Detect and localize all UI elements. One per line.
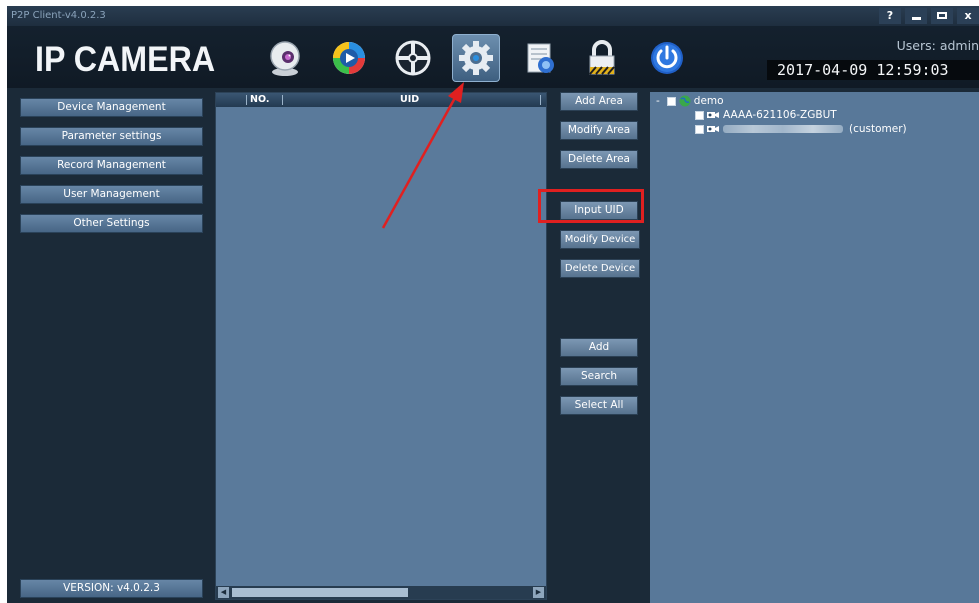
delete-area-button[interactable]: Delete Area (560, 150, 638, 169)
tree-device-item[interactable]: (customer) (695, 123, 907, 135)
app-logo: IP CAMERA (35, 40, 216, 79)
help-button[interactable]: ? (879, 8, 901, 24)
power-icon (651, 42, 683, 74)
minimize-icon (911, 16, 921, 20)
log-icon (527, 43, 554, 73)
network-globe-icon (679, 95, 691, 107)
device-table[interactable]: NO. UID ◀ ▶ (215, 92, 547, 600)
tree-root-label: demo (693, 95, 724, 107)
header: IP CAMERA Users: admin 2017-04-09 12:59:… (7, 26, 979, 88)
help-icon: ? (886, 9, 894, 22)
search-button[interactable]: Search (560, 367, 638, 386)
modify-device-button[interactable]: Modify Device (560, 230, 640, 249)
log-tool-button[interactable] (516, 34, 564, 82)
column-separator (282, 95, 283, 105)
tree-device-item[interactable]: AAAA-621106-ZGBUT (695, 109, 837, 121)
add-button[interactable]: Add (560, 338, 638, 357)
maximize-button[interactable] (931, 8, 953, 24)
device-camera-icon (707, 126, 719, 132)
device-camera-icon (707, 112, 719, 118)
ptz-icon (395, 40, 431, 76)
camera-icon (270, 41, 300, 76)
add-area-button[interactable]: Add Area (560, 92, 638, 111)
device-uid-label: AAAA-621106-ZGBUT (723, 109, 837, 121)
scroll-right-arrow-icon[interactable]: ▶ (533, 587, 544, 598)
column-separator (246, 95, 247, 105)
device-tree[interactable]: - demo AAAA-621106-ZGBUT (customer) (650, 92, 979, 603)
title-bar: P2P Client-v4.0.2.3 ? x (7, 6, 979, 26)
device-checkbox[interactable] (695, 110, 704, 120)
maximize-icon (937, 11, 947, 19)
close-icon: x (964, 9, 972, 22)
settings-tool-button[interactable] (452, 34, 500, 82)
window-title: P2P Client-v4.0.2.3 (11, 10, 106, 21)
minimize-button[interactable] (905, 8, 927, 24)
device-suffix-label: (customer) (849, 123, 907, 135)
app-window: P2P Client-v4.0.2.3 ? x IP CAMERA Users:… (7, 6, 979, 603)
close-button[interactable]: x (957, 8, 979, 24)
column-separator (540, 95, 541, 105)
left-menu: Device Management Parameter settings Rec… (7, 88, 213, 603)
menu-parameter-settings[interactable]: Parameter settings (20, 127, 203, 146)
tree-root-checkbox[interactable] (666, 96, 676, 106)
device-checkbox[interactable] (695, 124, 704, 134)
menu-device-management[interactable]: Device Management (20, 98, 203, 117)
lock-icon (589, 40, 615, 75)
version-label: VERSION: v4.0.2.3 (20, 579, 203, 598)
live-view-tool-button[interactable] (261, 34, 309, 82)
playback-tool-button[interactable] (325, 34, 373, 82)
ptz-tool-button[interactable] (389, 34, 437, 82)
scrollbar-thumb[interactable] (232, 588, 408, 597)
menu-record-management[interactable]: Record Management (20, 156, 203, 175)
datetime-display: 2017-04-09 12:59:03 (767, 60, 979, 80)
playback-icon (333, 42, 365, 74)
table-header: NO. UID (216, 93, 546, 107)
lock-tool-button[interactable] (578, 34, 626, 82)
column-header-no[interactable]: NO. (250, 93, 269, 107)
delete-device-button[interactable]: Delete Device (560, 259, 640, 278)
modify-area-button[interactable]: Modify Area (560, 121, 638, 140)
select-all-button[interactable]: Select All (560, 396, 638, 415)
annotation-highlight-box (538, 189, 644, 223)
redacted-uid (723, 125, 843, 133)
exit-tool-button[interactable] (643, 34, 691, 82)
menu-user-management[interactable]: User Management (20, 185, 203, 204)
tree-collapse-toggle[interactable]: - (656, 95, 660, 107)
horizontal-scrollbar[interactable]: ◀ ▶ (216, 586, 546, 599)
menu-other-settings[interactable]: Other Settings (20, 214, 203, 233)
tree-root-item[interactable]: - demo (656, 95, 724, 107)
current-user-label: Users: admin (896, 38, 979, 53)
column-header-uid[interactable]: UID (400, 93, 419, 107)
scroll-left-arrow-icon[interactable]: ◀ (218, 587, 229, 598)
settings-gear-icon (459, 41, 493, 75)
